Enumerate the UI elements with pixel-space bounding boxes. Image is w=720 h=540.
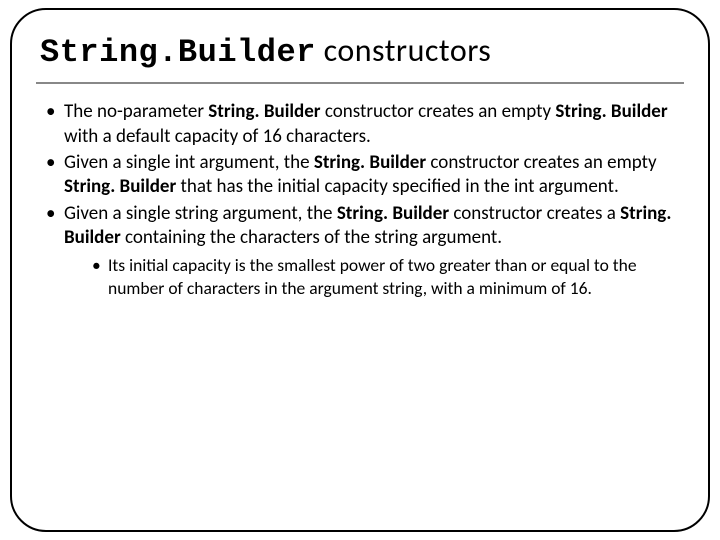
text-run: with a default capacity of 16 characters…: [64, 125, 371, 148]
text-run: that has the initial capacity specified …: [176, 175, 619, 198]
text-run: containing the characters of the string …: [121, 226, 502, 249]
slide-frame: String.Builder constructors The no-param…: [10, 8, 710, 532]
text-run: constructor creates an empty: [426, 151, 657, 174]
text-run: constructor creates a: [449, 202, 620, 225]
bullet-list: The no-parameter String. Builder constru…: [40, 100, 680, 299]
bold-text: String. Builder: [314, 151, 426, 174]
bold-text: String. Builder: [337, 202, 449, 225]
text-run: Its initial capacity is the smallest pow…: [108, 254, 637, 298]
text-run: Given a single int argument, the: [64, 151, 314, 174]
text-run: constructor creates an empty: [321, 100, 556, 123]
text-run: The no-parameter: [64, 100, 208, 123]
list-item: The no-parameter String. Builder constru…: [46, 100, 680, 149]
text-run: Given a single string argument, the: [64, 202, 337, 225]
slide-title: String.Builder constructors: [40, 32, 680, 72]
list-item: Given a single int argument, the String.…: [46, 151, 680, 200]
title-mono: String.Builder: [40, 34, 316, 71]
bold-text: String. Builder: [208, 100, 320, 123]
sub-list: Its initial capacity is the smallest pow…: [64, 254, 680, 299]
bold-text: String. Builder: [555, 100, 667, 123]
bold-text: String. Builder: [64, 175, 176, 198]
list-item: Given a single string argument, the Stri…: [46, 202, 680, 299]
sub-list-item: Its initial capacity is the smallest pow…: [92, 254, 680, 299]
title-rest: constructors: [316, 31, 491, 70]
title-underline: [36, 82, 684, 84]
